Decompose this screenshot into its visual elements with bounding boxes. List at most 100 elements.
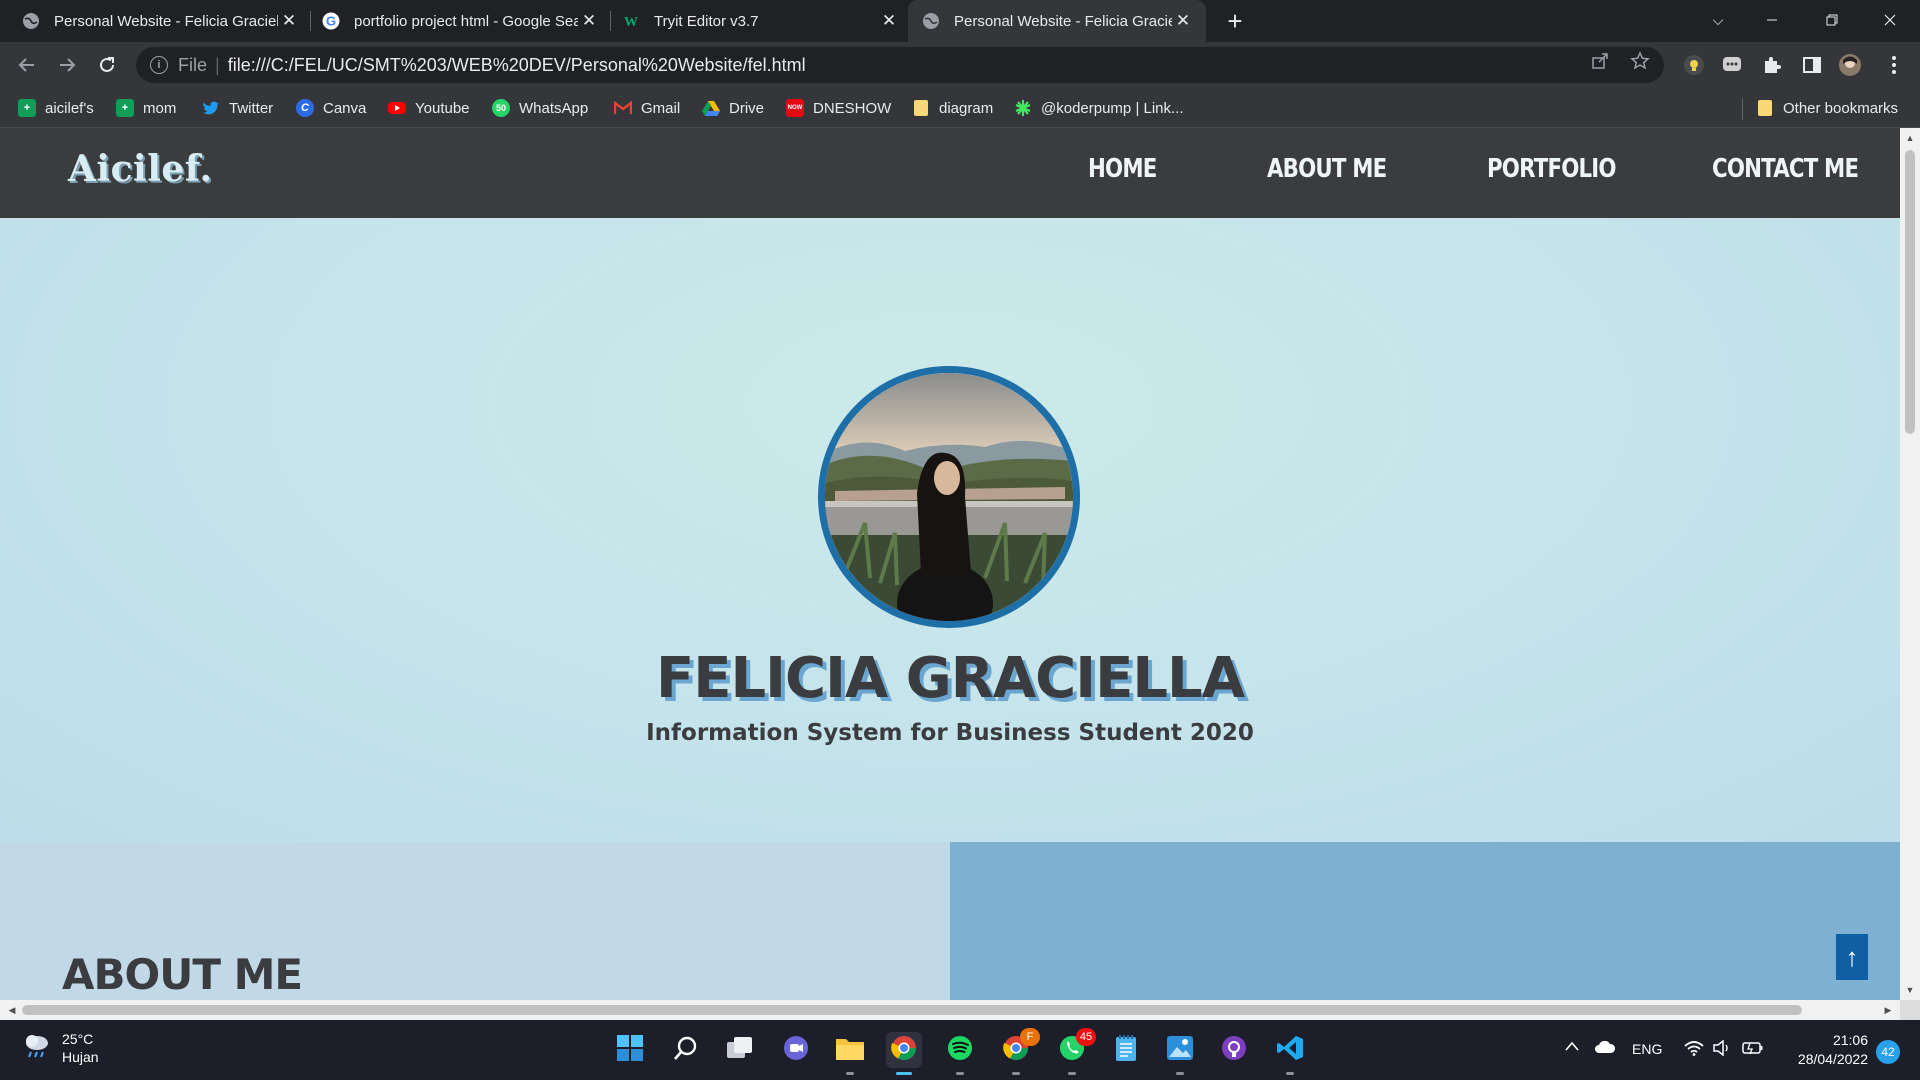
tab-personal-website-active[interactable]: Personal Website - Felicia Graciella ✕: [908, 0, 1206, 42]
scroll-down-arrow-icon[interactable]: ▼: [1900, 982, 1920, 998]
share-icon[interactable]: [1590, 51, 1610, 71]
reload-icon[interactable]: [92, 50, 122, 80]
profile-avatar-icon[interactable]: [1838, 53, 1862, 77]
taskbar-search[interactable]: [668, 1032, 704, 1068]
start-button[interactable]: [612, 1032, 648, 1068]
battery-icon[interactable]: [1742, 1040, 1764, 1056]
address-divider: |: [215, 54, 220, 75]
taskbar-teams[interactable]: [778, 1032, 814, 1068]
tab-search-icon[interactable]: ⌵: [1690, 0, 1746, 40]
whatsapp-icon: 50: [492, 99, 510, 117]
browser-tab-strip: Personal Website - Felicia Graciella ✕ G…: [0, 0, 1920, 42]
folder-icon: [912, 99, 930, 117]
extension-bulb-icon[interactable]: [1682, 53, 1706, 77]
taskbar-chrome-profile[interactable]: F: [998, 1028, 1040, 1075]
bookmark-label: Canva: [323, 99, 367, 117]
protocol-label: File: [178, 54, 208, 75]
task-view-icon: [726, 1036, 754, 1065]
forward-icon[interactable]: [52, 50, 82, 80]
bookmark-label: Twitter: [229, 99, 274, 117]
bookmark-gmail[interactable]: Gmail: [614, 96, 680, 120]
bookmark-youtube[interactable]: Youtube: [388, 96, 470, 120]
task-view-button[interactable]: [722, 1032, 758, 1068]
restore-icon[interactable]: [1804, 0, 1860, 40]
taskbar-notepad[interactable]: [1108, 1032, 1144, 1068]
bookmark-drive[interactable]: Drive: [702, 96, 764, 120]
bookmark-aicilefs[interactable]: + aicilef's: [18, 96, 94, 120]
system-clock[interactable]: 21:06 28/04/2022: [1778, 1031, 1868, 1069]
taskbar-photos[interactable]: [1162, 1032, 1198, 1075]
tray-overflow-chevron-icon[interactable]: [1564, 1040, 1580, 1052]
site-logo[interactable]: Aicilef.: [68, 148, 213, 190]
tab-personal-website-1[interactable]: Personal Website - Felicia Graciella ✕: [22, 0, 300, 42]
url-text[interactable]: file:///C:/FEL/UC/SMT%203/WEB%20DEV/Pers…: [228, 55, 806, 76]
nav-contact-me[interactable]: CONTACT ME: [1712, 154, 1859, 184]
running-indicator: [846, 1072, 854, 1075]
language-indicator[interactable]: ENG: [1632, 1041, 1662, 1057]
tab-separator: [310, 11, 311, 31]
tab-close-icon[interactable]: ✕: [878, 10, 900, 32]
scroll-up-arrow-icon[interactable]: ▲: [1900, 130, 1920, 146]
close-window-icon[interactable]: [1862, 0, 1918, 40]
notification-count-badge[interactable]: 42: [1876, 1040, 1900, 1064]
dneshow-icon: NOW: [786, 99, 804, 117]
other-bookmarks[interactable]: Other bookmarks: [1756, 96, 1898, 120]
tab-tryit-editor[interactable]: W Tryit Editor v3.7 ✕: [622, 0, 900, 42]
horizontal-scroll-thumb[interactable]: [22, 1005, 1802, 1015]
twitter-icon: [202, 99, 220, 117]
chrome-profile-badge: F: [1020, 1028, 1040, 1046]
onedrive-cloud-icon[interactable]: [1594, 1040, 1616, 1054]
bookmark-diagram[interactable]: diagram: [912, 96, 993, 120]
site-info-icon[interactable]: i: [150, 56, 168, 74]
tab-title: portfolio project html - Google Search: [354, 12, 578, 30]
taskbar-spotify[interactable]: [942, 1032, 978, 1075]
bookmark-koderpump[interactable]: @koderpump | Link...: [1014, 96, 1184, 120]
browser-menu-icon[interactable]: [1882, 53, 1906, 77]
taskbar-chrome[interactable]: [886, 1032, 922, 1075]
bookmark-star-icon[interactable]: [1630, 51, 1650, 71]
bookmark-mom[interactable]: + mom: [116, 96, 176, 120]
weather-widget[interactable]: 25°C Hujan: [22, 1030, 99, 1066]
extensions-puzzle-icon[interactable]: [1760, 53, 1784, 77]
nav-portfolio[interactable]: PORTFOLIO: [1487, 154, 1617, 184]
bookmark-label: aicilef's: [45, 99, 94, 117]
minimize-icon[interactable]: [1744, 0, 1800, 40]
weather-condition: Hujan: [62, 1049, 99, 1065]
tab-close-icon[interactable]: ✕: [278, 10, 300, 32]
running-indicator: [896, 1072, 912, 1075]
photos-icon: [1166, 1035, 1194, 1066]
hero-name: FELICIA GRACIELLA: [655, 646, 1245, 711]
wifi-icon[interactable]: [1684, 1040, 1704, 1056]
nav-about-me[interactable]: ABOUT ME: [1267, 154, 1387, 184]
vertical-scroll-thumb[interactable]: [1905, 150, 1915, 434]
w3schools-icon: W: [622, 12, 640, 30]
tab-close-icon[interactable]: ✕: [578, 10, 600, 32]
bookmark-whatsapp[interactable]: 50 WhatsApp: [492, 96, 588, 120]
horizontal-scrollbar[interactable]: ◀ ▶: [0, 1000, 1900, 1020]
taskbar-github-desktop[interactable]: [1216, 1032, 1252, 1068]
bookmark-twitter[interactable]: Twitter: [202, 96, 273, 120]
vscode-icon: [1276, 1034, 1304, 1067]
volume-icon[interactable]: [1712, 1040, 1732, 1056]
weather-temp: 25°C: [62, 1031, 94, 1047]
youtube-icon: [388, 99, 406, 117]
scroll-left-arrow-icon[interactable]: ◀: [2, 1002, 22, 1018]
vertical-scrollbar[interactable]: ▲ ▼: [1900, 128, 1920, 1000]
extension-chat-icon[interactable]: [1720, 53, 1744, 77]
spotify-icon: [946, 1034, 974, 1067]
new-tab-button[interactable]: +: [1220, 6, 1250, 36]
side-panel-icon[interactable]: [1800, 53, 1824, 77]
scroll-to-top-button[interactable]: ↑: [1836, 934, 1868, 980]
taskbar-file-explorer[interactable]: [832, 1032, 868, 1075]
bookmark-canva[interactable]: C Canva: [296, 96, 366, 120]
nav-home[interactable]: HOME: [1088, 154, 1157, 184]
taskbar-whatsapp[interactable]: 45: [1054, 1028, 1096, 1075]
scroll-right-arrow-icon[interactable]: ▶: [1878, 1002, 1898, 1018]
back-icon[interactable]: [12, 50, 42, 80]
tab-google-search[interactable]: G portfolio project html - Google Search…: [322, 0, 600, 42]
address-bar[interactable]: i File | file:///C:/FEL/UC/SMT%203/WEB%2…: [136, 47, 1664, 83]
bookmark-label: Gmail: [641, 99, 681, 117]
tab-close-icon[interactable]: ✕: [1172, 10, 1194, 32]
bookmark-dneshow[interactable]: NOW DNESHOW: [786, 96, 891, 120]
taskbar-vscode[interactable]: [1272, 1032, 1308, 1075]
